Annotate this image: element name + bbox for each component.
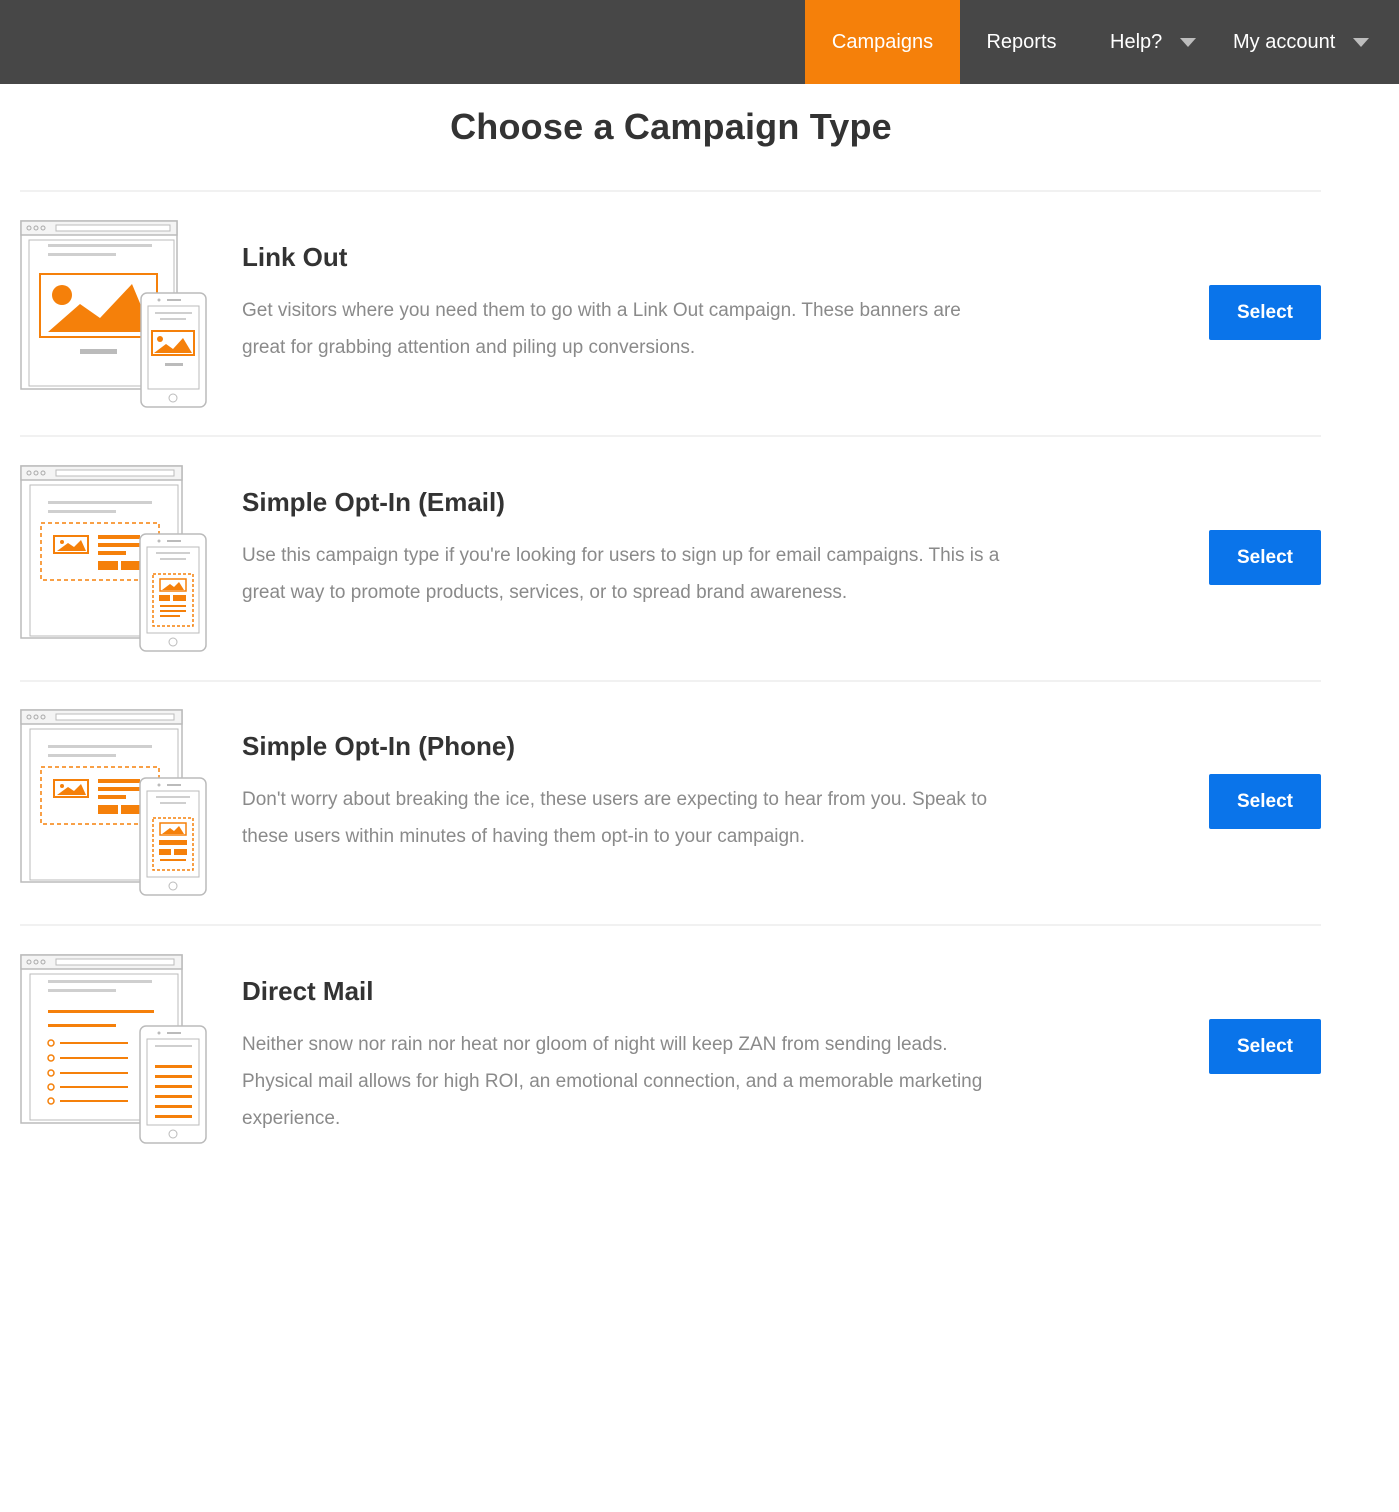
direct-mail-illustration-icon	[20, 954, 207, 1144]
campaign-title: Direct Mail	[242, 976, 374, 1006]
campaign-description: Don't worry about breaking the ice, thes…	[242, 789, 988, 847]
campaign-title: Simple Opt-In (Phone)	[242, 731, 515, 761]
campaign-type-link-out: Link Out Get visitors where you need the…	[0, 218, 1399, 462]
campaign-title: Link Out	[242, 242, 348, 272]
link-out-illustration-icon	[20, 220, 207, 408]
chevron-down-icon	[1353, 37, 1370, 47]
campaign-type-direct-mail: Direct Mail Neither snow nor rain nor he…	[0, 952, 1399, 1196]
nav-reports[interactable]: Reports	[960, 0, 1083, 84]
divider	[20, 435, 1321, 437]
campaign-title: Simple Opt-In (Email)	[242, 487, 505, 517]
divider	[20, 924, 1321, 926]
page-title: Choose a Campaign Type	[450, 106, 892, 147]
nav-help-label: Help?	[1110, 30, 1163, 53]
campaign-type-phone-optin: Simple Opt-In (Phone) Don't worry about …	[0, 707, 1399, 951]
nav-reports-label: Reports	[986, 30, 1057, 53]
campaign-type-email-optin: Simple Opt-In (Email) Use this campaign …	[0, 463, 1399, 707]
divider	[20, 680, 1321, 682]
nav-campaigns[interactable]: Campaigns	[805, 0, 960, 84]
campaign-description: Use this campaign type if you're looking…	[242, 545, 1000, 603]
select-direct-mail-button[interactable]: Select	[1209, 1019, 1321, 1074]
campaign-description: Neither snow nor rain nor heat nor gloom…	[242, 1034, 983, 1129]
nav-account-label: My account	[1233, 30, 1336, 53]
nav-campaigns-label: Campaigns	[831, 30, 934, 53]
campaign-description: Get visitors where you need them to go w…	[242, 300, 961, 358]
divider	[20, 190, 1321, 192]
chevron-down-icon	[1180, 37, 1197, 47]
select-phone-optin-button[interactable]: Select	[1209, 774, 1321, 829]
top-navigation-bar: Campaigns Reports Help? My account	[0, 0, 1399, 84]
email-optin-illustration-icon	[20, 465, 207, 652]
nav-help-dropdown[interactable]: Help?	[1083, 0, 1209, 84]
select-email-optin-button[interactable]: Select	[1209, 530, 1321, 585]
nav-account-dropdown[interactable]: My account	[1209, 0, 1399, 84]
select-link-out-button[interactable]: Select	[1209, 285, 1321, 340]
phone-optin-illustration-icon	[20, 709, 207, 896]
